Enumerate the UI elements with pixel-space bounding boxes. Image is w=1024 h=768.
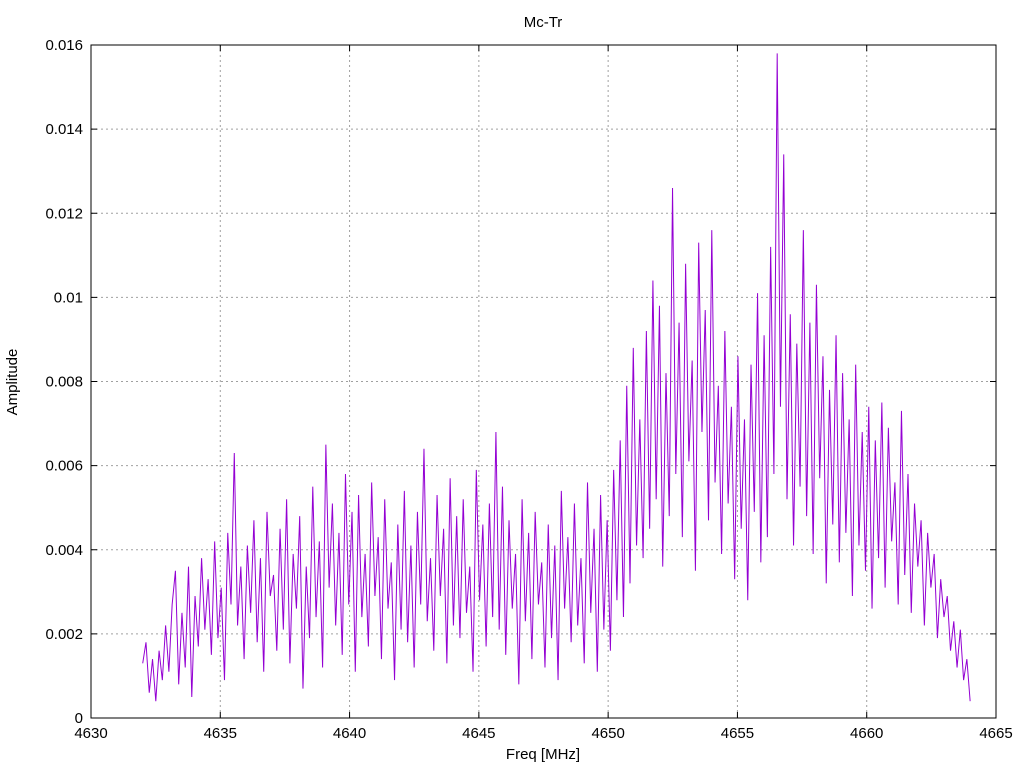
x-tick-label: 4635 [204, 725, 237, 742]
x-tick-label: 4640 [333, 725, 366, 742]
x-tick-label: 4650 [591, 725, 624, 742]
y-tick-label: 0.016 [45, 37, 83, 54]
x-tick-label: 4645 [462, 725, 495, 742]
x-tick-label: 4665 [979, 725, 1012, 742]
y-tick-label: 0.002 [45, 626, 83, 643]
x-axis-label: Freq [MHz] [506, 746, 580, 763]
x-tick-label: 4660 [850, 725, 883, 742]
y-tick-label: 0.004 [45, 542, 83, 559]
x-tick-label: 4655 [721, 725, 754, 742]
chart: 4630 4635 4640 4645 4650 4655 4660 4665 0 0.002 0.… [0, 0, 1024, 768]
y-tick-label: 0 [75, 710, 83, 727]
y-tick-label: 0.01 [54, 289, 83, 306]
chart-title: Mc-Tr [524, 14, 563, 31]
y-tick-label: 0.008 [45, 374, 83, 391]
y-tick-label: 0.012 [45, 205, 83, 222]
x-tick-label: 4630 [74, 725, 107, 742]
y-tick-label: 0.006 [45, 458, 83, 475]
chart-background [0, 0, 1024, 768]
y-tick-label: 0.014 [45, 121, 83, 138]
y-axis-label: Amplitude [4, 349, 21, 416]
